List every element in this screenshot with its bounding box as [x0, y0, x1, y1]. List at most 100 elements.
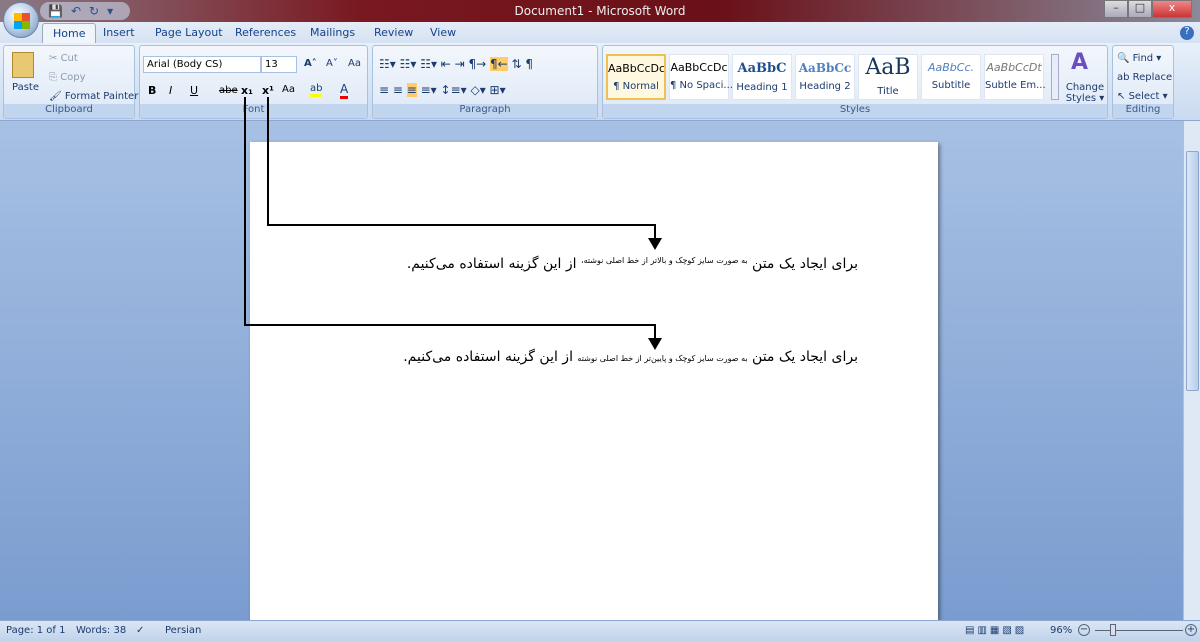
- style-heading-2[interactable]: AaBbCc Heading 2: [795, 54, 855, 100]
- view-buttons[interactable]: ▤▥▦▧▨: [965, 625, 1027, 636]
- style-preview: AaBbCc.: [927, 61, 975, 74]
- word-count[interactable]: Words: 38: [76, 625, 126, 636]
- tab-page-layout[interactable]: Page Layout: [155, 26, 223, 39]
- select-label: Select ▾: [1128, 91, 1168, 102]
- tab-references[interactable]: References: [235, 26, 296, 39]
- cut-label: Cut: [60, 53, 78, 64]
- maximize-button[interactable]: □: [1128, 0, 1152, 18]
- font-size-dropdown[interactable]: 13: [261, 56, 297, 73]
- help-icon[interactable]: ?: [1180, 26, 1194, 40]
- line2-subscript-text: به صورت سایز کوچک و پایین‌تر از خط اصلی …: [577, 354, 748, 363]
- superscript-button[interactable]: x¹: [262, 84, 274, 97]
- status-bar: Page: 1 of 1 Words: 38 ✓ Persian ▤▥▦▧▨ 9…: [0, 620, 1200, 641]
- format-painter-label: Format Painter: [64, 91, 139, 102]
- change-case-button[interactable]: Aa: [282, 84, 295, 95]
- style-preview: AaBbCc: [798, 61, 852, 75]
- save-icon[interactable]: 💾: [48, 4, 63, 18]
- title-bar: Document1 - Microsoft Word – □ x: [0, 0, 1200, 22]
- line1-start: برای ایجاد یک متن: [747, 256, 858, 272]
- grow-font-button[interactable]: A˄: [304, 58, 317, 69]
- change-styles-button[interactable]: Change Styles ▾: [1065, 82, 1105, 104]
- style-title[interactable]: AaB Title: [858, 54, 918, 100]
- font-group: Arial (Body CS) 13 A˄ A˅ Aa B I U abe x₁…: [139, 45, 368, 119]
- style-name: Subtitle: [931, 80, 971, 91]
- style-subtitle[interactable]: AaBbCc. Subtitle: [921, 54, 981, 100]
- styles-group: AaBbCcDc ¶ Normal AaBbCcDc ¶ No Spaci... AaB…: [602, 45, 1108, 119]
- copy-label: Copy: [60, 72, 86, 83]
- list-buttons[interactable]: ☷▾ ☷▾ ☷▾ ⇤ ⇥ ¶→ ¶← ⇅ ¶: [379, 57, 533, 71]
- document-page[interactable]: برای ایجاد یک متن به صورت سایز کوچک و با…: [250, 142, 938, 620]
- paste-icon[interactable]: [12, 52, 34, 78]
- office-button[interactable]: [3, 2, 39, 38]
- underline-button[interactable]: U: [190, 84, 198, 97]
- line1-end: از این گزینه استفاده می‌کنیم.: [406, 256, 581, 272]
- font-color-button[interactable]: A: [340, 82, 349, 99]
- document-line-subscript: برای ایجاد یک متن به صورت سایز کوچک و پا…: [403, 349, 858, 365]
- replace-label: Replace: [1132, 72, 1173, 83]
- strikethrough-button[interactable]: abe: [219, 85, 238, 96]
- style-subtle-em[interactable]: AaBbCcDt Subtle Em...: [984, 54, 1046, 100]
- paste-button[interactable]: Paste: [12, 82, 39, 93]
- font-name-dropdown[interactable]: Arial (Body CS): [143, 56, 261, 73]
- clipboard-group: Paste ✂ Cut ⎘ Copy 🖌 Format Painter Clip…: [3, 45, 138, 119]
- cut-button[interactable]: ✂ Cut: [49, 53, 78, 64]
- subscript-button[interactable]: x₁: [241, 84, 253, 97]
- bold-button[interactable]: B: [148, 84, 156, 97]
- zoom-slider[interactable]: [1095, 630, 1183, 631]
- alignment-buttons[interactable]: ≡ ≡ ≡ ≡▾ ↕≡▾ ◇▾ ⊞▾: [379, 83, 506, 97]
- style-name: Heading 1: [736, 82, 788, 93]
- page-count[interactable]: Page: 1 of 1: [6, 625, 65, 636]
- tab-home[interactable]: Home: [42, 23, 97, 43]
- clear-formatting-button[interactable]: Aa: [348, 58, 361, 69]
- style-name: ¶ No Spaci...: [670, 80, 733, 91]
- font-label: Font: [140, 104, 367, 118]
- find-label: Find ▾: [1132, 53, 1162, 64]
- quick-access-toolbar: 💾 ↶ ↻ ▾: [40, 2, 130, 20]
- highlight-button[interactable]: ab: [310, 83, 323, 97]
- style-preview: AaBbCcDt: [986, 61, 1042, 74]
- tab-review[interactable]: Review: [374, 26, 413, 39]
- select-button[interactable]: ↖ Select ▾: [1117, 91, 1168, 102]
- tab-mailings[interactable]: Mailings: [310, 26, 355, 39]
- paragraph-group: ☷▾ ☷▾ ☷▾ ⇤ ⇥ ¶→ ¶← ⇅ ¶ ≡ ≡ ≡ ≡▾ ↕≡▾ ◇▾ ⊞…: [372, 45, 598, 119]
- line1-superscript-text: به صورت سایز کوچک و بالاتر از خط اصلی نو…: [581, 256, 748, 265]
- zoom-out-button[interactable]: −: [1078, 624, 1090, 636]
- language[interactable]: Persian: [165, 625, 201, 636]
- style-heading-1[interactable]: AaBbC Heading 1: [732, 54, 792, 100]
- shrink-font-button[interactable]: A˅: [326, 58, 338, 69]
- line2-start: برای ایجاد یک متن: [747, 349, 858, 365]
- customize-qat-icon[interactable]: ▾: [107, 4, 113, 18]
- style-preview: AaB: [865, 55, 911, 80]
- ribbon: Paste ✂ Cut ⎘ Copy 🖌 Format Painter Clip…: [0, 43, 1200, 121]
- copy-button[interactable]: ⎘ Copy: [49, 72, 86, 83]
- find-button[interactable]: 🔍 Find ▾: [1117, 53, 1161, 64]
- zoom-in-button[interactable]: +: [1185, 624, 1197, 636]
- tab-insert[interactable]: Insert: [103, 26, 135, 39]
- change-styles-icon: A: [1071, 50, 1089, 75]
- style-name: Title: [877, 86, 899, 97]
- vertical-scrollbar[interactable]: [1183, 121, 1200, 620]
- clipboard-label: Clipboard: [4, 104, 134, 118]
- zoom-slider-thumb[interactable]: [1110, 624, 1117, 636]
- line2-end: از این گزینه استفاده می‌کنیم.: [403, 349, 578, 365]
- minimize-button[interactable]: –: [1104, 0, 1128, 18]
- window-title: Document1 - Microsoft Word: [514, 4, 686, 18]
- style-preview: AaBbC: [737, 61, 787, 76]
- replace-button[interactable]: ab Replace: [1117, 72, 1172, 83]
- close-button[interactable]: x: [1152, 0, 1192, 18]
- format-painter-button[interactable]: 🖌 Format Painter: [49, 91, 138, 102]
- tab-view[interactable]: View: [430, 26, 456, 39]
- style-name: Heading 2: [799, 81, 851, 92]
- style-no-spaci[interactable]: AaBbCcDc ¶ No Spaci...: [669, 54, 733, 100]
- undo-icon[interactable]: ↶: [71, 4, 81, 18]
- styles-scroll[interactable]: [1051, 54, 1059, 100]
- style-normal[interactable]: AaBbCcDc ¶ Normal: [606, 54, 666, 100]
- scrollbar-thumb[interactable]: [1186, 151, 1199, 391]
- italic-button[interactable]: I: [169, 84, 172, 97]
- zoom-level[interactable]: 96%: [1050, 625, 1072, 636]
- proofing-icon[interactable]: ✓: [136, 625, 144, 636]
- document-line-superscript: برای ایجاد یک متن به صورت سایز کوچک و با…: [407, 256, 858, 272]
- style-name: ¶ Normal: [613, 81, 659, 92]
- style-name: Subtle Em...: [985, 80, 1046, 91]
- redo-icon[interactable]: ↻: [89, 4, 99, 18]
